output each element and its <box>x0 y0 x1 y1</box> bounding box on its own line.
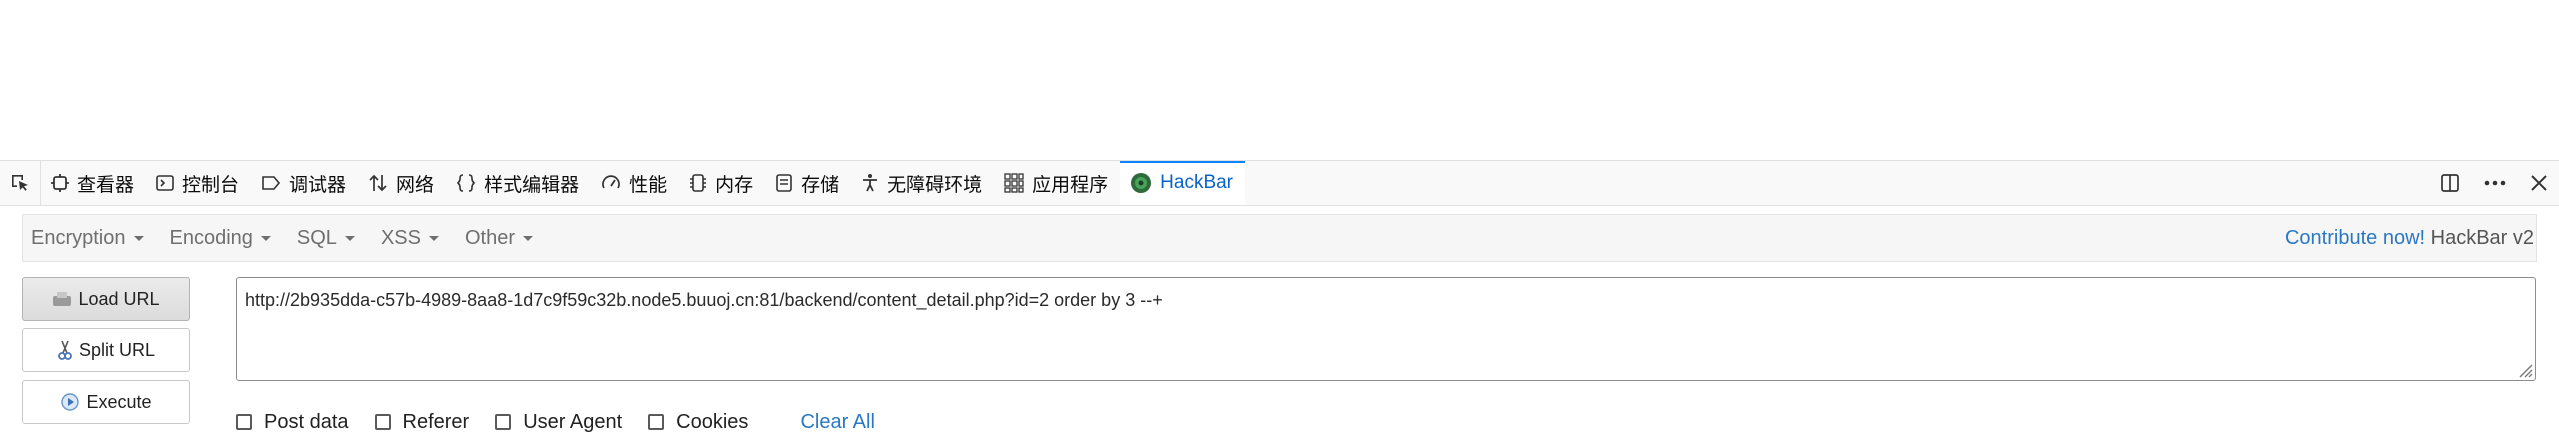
caret-down-icon <box>344 235 355 241</box>
post-data-checkbox[interactable] <box>236 414 252 430</box>
option-label: Cookies <box>676 410 749 433</box>
tab-label: 查看器 <box>77 174 135 196</box>
tab-label: 应用程序 <box>1032 174 1109 196</box>
tab-network[interactable]: 网络 <box>358 161 446 205</box>
tab-label: 存储 <box>801 174 840 196</box>
cookies-checkbox[interactable] <box>648 414 665 430</box>
referer-checkbox[interactable] <box>374 414 391 430</box>
resize-grip-icon[interactable] <box>2515 360 2533 378</box>
tab-performance[interactable]: 性能 <box>591 161 679 205</box>
menu-encoding[interactable]: Encoding <box>162 227 275 250</box>
load-url-button[interactable]: Load URL <box>22 277 190 321</box>
tab-label: 调试器 <box>289 174 347 196</box>
network-icon <box>369 174 387 192</box>
tab-memory[interactable]: 内存 <box>679 161 765 205</box>
scissors-icon <box>58 340 72 360</box>
page-blank-area <box>0 0 2559 160</box>
style-editor-icon <box>456 174 476 192</box>
tab-console[interactable]: 控制台 <box>146 161 251 205</box>
url-text: http://2b935dda-c57b-4989-8aa8-1d7c9f59c… <box>245 290 1163 310</box>
option-label: Post data <box>264 410 349 433</box>
tab-label: 内存 <box>715 174 754 196</box>
menu-xss[interactable]: XSS <box>373 227 443 250</box>
request-options: Post data Referer User Agent Cookies Cle… <box>236 404 875 440</box>
menu-label: XSS <box>380 226 421 249</box>
option-user-agent[interactable]: User Agent <box>495 411 622 434</box>
hackbar-menubar: Encryption Encoding SQL XSS Other Contri… <box>22 214 2537 262</box>
hackbar-icon <box>1131 173 1152 193</box>
tab-label: 无障碍环境 <box>887 174 983 196</box>
menu-label: Encoding <box>169 226 253 249</box>
inspector-icon <box>51 174 69 192</box>
menu-encryption[interactable]: Encryption <box>23 227 148 250</box>
tab-label: HackBar <box>1160 172 1234 193</box>
menu-other[interactable]: Other <box>457 227 537 250</box>
close-icon[interactable] <box>2529 173 2549 193</box>
tab-inspector[interactable]: 查看器 <box>41 161 146 205</box>
option-label: Referer <box>402 410 470 433</box>
menu-label: Encryption <box>31 226 126 249</box>
option-label: User Agent <box>523 410 623 433</box>
debugger-icon <box>262 176 281 190</box>
split-url-button[interactable]: Split URL <box>22 328 190 372</box>
tab-hackbar[interactable]: HackBar <box>1120 161 1246 205</box>
button-label: Load URL <box>78 288 160 309</box>
button-label: Execute <box>86 391 152 412</box>
version-label: HackBar v2 <box>2430 226 2534 249</box>
application-icon <box>1004 173 1024 193</box>
memory-icon <box>690 174 707 192</box>
tab-storage[interactable]: 存储 <box>765 161 851 205</box>
caret-down-icon <box>428 235 439 241</box>
option-cookies[interactable]: Cookies <box>648 411 748 434</box>
more-icon[interactable] <box>2483 172 2507 194</box>
menu-sql[interactable]: SQL <box>289 227 359 250</box>
element-picker-button[interactable] <box>0 161 41 205</box>
dock-icon[interactable] <box>2439 172 2461 194</box>
option-post-data[interactable]: Post data <box>236 411 349 434</box>
url-textarea[interactable]: http://2b935dda-c57b-4989-8aa8-1d7c9f59c… <box>236 277 2536 381</box>
console-icon <box>156 175 174 191</box>
contribute-link[interactable]: Contribute now! <box>2285 227 2425 249</box>
caret-down-icon <box>133 235 144 241</box>
play-icon <box>61 393 80 411</box>
element-picker-icon <box>12 175 28 191</box>
devtools-toolbar: 查看器 控制台 调试器 网络 样式编辑器 性能 内存 存储 无障碍环境 应用程序… <box>0 160 2559 206</box>
storage-icon <box>776 174 792 192</box>
tab-label: 控制台 <box>182 174 240 196</box>
tab-style-editor[interactable]: 样式编辑器 <box>446 161 591 205</box>
caret-down-icon <box>523 235 533 241</box>
user-agent-checkbox[interactable] <box>495 414 512 430</box>
performance-icon <box>602 175 620 189</box>
tab-label: 性能 <box>629 174 668 196</box>
tab-label: 网络 <box>396 174 435 196</box>
execute-button[interactable]: Execute <box>22 380 190 424</box>
tab-debugger[interactable]: 调试器 <box>251 161 358 205</box>
load-icon <box>53 292 72 306</box>
button-label: Split URL <box>78 339 156 360</box>
caret-down-icon <box>260 235 271 241</box>
clear-all-link[interactable]: Clear All <box>800 411 874 434</box>
option-referer[interactable]: Referer <box>374 410 470 434</box>
tab-application[interactable]: 应用程序 <box>994 161 1120 205</box>
tab-label: 样式编辑器 <box>484 174 580 196</box>
menu-label: Other <box>464 226 515 249</box>
hackbar-credits: Contribute now! HackBar v2 <box>2285 227 2536 250</box>
tab-accessibility[interactable]: 无障碍环境 <box>851 161 994 205</box>
menu-label: SQL <box>296 226 337 249</box>
accessibility-icon <box>863 174 878 192</box>
